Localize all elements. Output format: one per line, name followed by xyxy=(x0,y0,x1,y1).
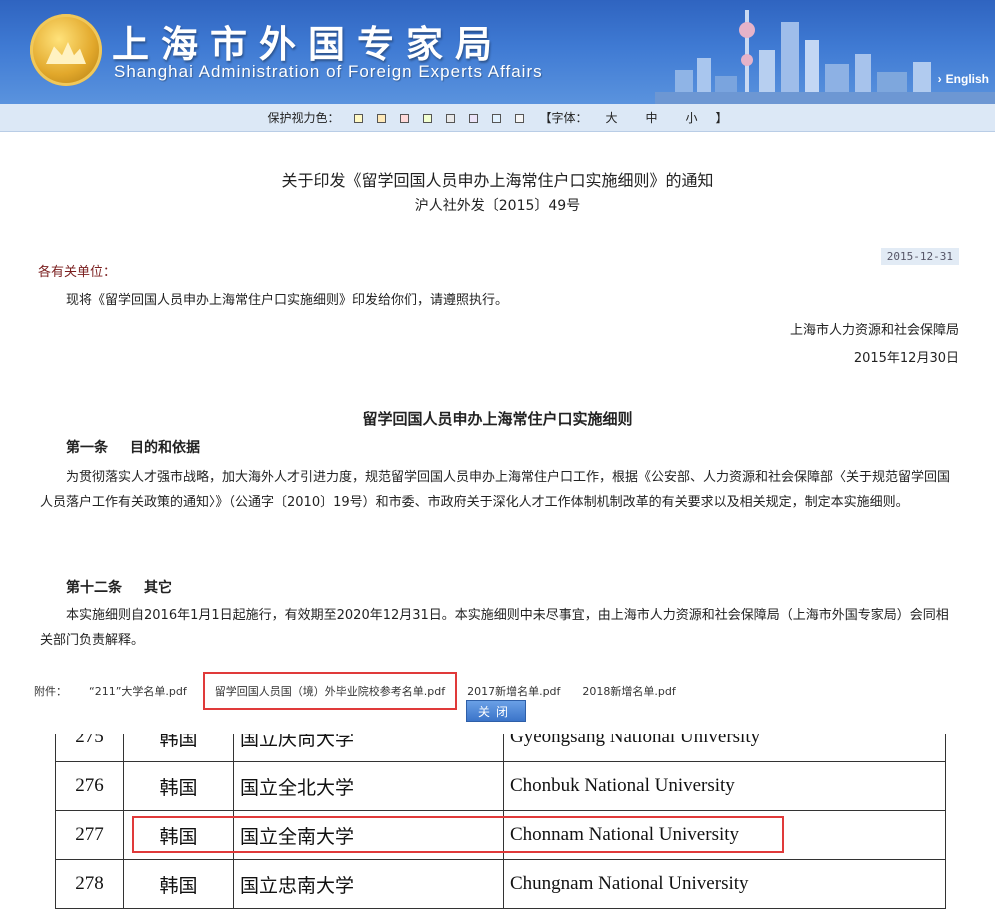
site-header-banner: 上海市外国专家局 Shanghai Administration of Fore… xyxy=(0,0,995,104)
color-swatch[interactable] xyxy=(492,113,502,123)
font-bracket-close: 】 xyxy=(715,111,728,125)
page-title: 关于印发《留学回国人员申办上海常住户口实施细则》的通知 xyxy=(281,171,714,190)
issue-date: 2015年12月30日 xyxy=(853,351,959,366)
intro-paragraph: 现将《留学回国人员申办上海常住户口实施细则》印发给你们，请遵照执行。 xyxy=(66,293,509,308)
row-number: 275 xyxy=(55,734,124,762)
city-skyline-icon xyxy=(655,10,995,104)
color-swatch[interactable] xyxy=(423,113,433,123)
table-row: 278 韩国 国立忠南大学 Chungnam National University xyxy=(55,859,946,909)
font-size-small[interactable]: 小 xyxy=(686,109,698,126)
attachments-row: 附件： “211”大学名单.pdf 留学回国人员国（境）外毕业院校参考名单.pd… xyxy=(34,672,698,710)
publish-date-badge: 2015-12-31 xyxy=(880,248,959,265)
salutation: 各有关单位： xyxy=(38,265,117,280)
attachment-link[interactable]: 2018新增名单.pdf xyxy=(582,683,675,699)
article-1-text: 为贯彻落实人才强市战略，加大海外人才引进力度，规范留学回国人员申办上海常住户口工… xyxy=(40,470,951,510)
row-name-en: Gyeongsang National University xyxy=(503,734,946,762)
font-size-large[interactable]: 大 xyxy=(605,109,617,126)
attachment-link-highlighted[interactable]: 留学回国人员国（境）外毕业院校参考名单.pdf xyxy=(202,672,458,710)
color-swatch[interactable] xyxy=(354,113,364,123)
regulation-title: 留学回国人员申办上海常住户口实施细则 xyxy=(362,410,633,428)
row-number: 277 xyxy=(55,810,124,860)
site-title-cn: 上海市外国专家局 xyxy=(112,23,504,66)
color-swatch-group xyxy=(347,111,531,125)
article-12-heading: 第十二条 其它 xyxy=(66,577,172,597)
article-1-number: 第一条 xyxy=(66,440,108,456)
notice-document: 关于印发《留学回国人员申办上海常住户口实施细则》的通知 沪人社外发〔2015〕4… xyxy=(0,133,995,733)
font-size-label: 【字体： xyxy=(539,111,588,125)
emblem-logo-icon xyxy=(30,14,102,86)
color-swatch[interactable] xyxy=(377,113,387,123)
issuer-name: 上海市人力资源和社会保障局 xyxy=(789,323,959,338)
color-swatch[interactable] xyxy=(515,113,525,123)
row-name-en: Chungnam National University xyxy=(503,859,946,909)
site-title-en: Shanghai Administration of Foreign Exper… xyxy=(114,62,543,81)
eye-care-label: 保护视力色： xyxy=(267,111,340,125)
attachment-link[interactable]: 2017新增名单.pdf xyxy=(467,683,560,699)
row-name-cn: 国立忠南大学 xyxy=(233,859,504,909)
close-button[interactable]: 关闭 xyxy=(466,700,526,722)
attachment-link[interactable]: “211”大学名单.pdf xyxy=(89,683,187,699)
row-name-cn: 国立庆尚大学 xyxy=(233,734,504,762)
row-country: 韩国 xyxy=(123,859,234,909)
article-1-heading: 第一条 目的和依据 xyxy=(66,437,200,457)
article-12-text: 本实施细则自2016年1月1日起施行，有效期至2020年12月31日。本实施细则… xyxy=(40,608,949,648)
font-size-medium[interactable]: 中 xyxy=(646,109,658,126)
article-12-title: 其它 xyxy=(144,580,172,596)
article-12-number: 第十二条 xyxy=(66,580,122,596)
chevron-right-icon: › xyxy=(937,72,942,86)
row-number: 276 xyxy=(55,761,124,811)
english-version-link[interactable]: › English xyxy=(938,72,989,86)
table-row: 276 韩国 国立全北大学 Chonbuk National University xyxy=(55,761,946,811)
article-1-title: 目的和依据 xyxy=(130,440,200,456)
row-name-en: Chonbuk National University xyxy=(503,761,946,811)
row-name-cn: 国立全北大学 xyxy=(233,761,504,811)
row-country: 韩国 xyxy=(123,761,234,811)
color-swatch[interactable] xyxy=(446,113,456,123)
english-link-label: English xyxy=(945,72,989,86)
color-swatch[interactable] xyxy=(469,113,479,123)
row-highlight-box xyxy=(132,816,784,853)
table-row: 275 韩国 国立庆尚大学 Gyeongsang National Universit… xyxy=(55,734,946,762)
reading-toolbar: 保护视力色： 【字体： 大 中 小 】 xyxy=(0,104,995,132)
document-number: 沪人社外发〔2015〕49号 xyxy=(414,198,581,214)
row-country: 韩国 xyxy=(123,734,234,762)
row-number: 278 xyxy=(55,859,124,909)
attachments-label: 附件： xyxy=(34,685,67,698)
color-swatch[interactable] xyxy=(400,113,410,123)
